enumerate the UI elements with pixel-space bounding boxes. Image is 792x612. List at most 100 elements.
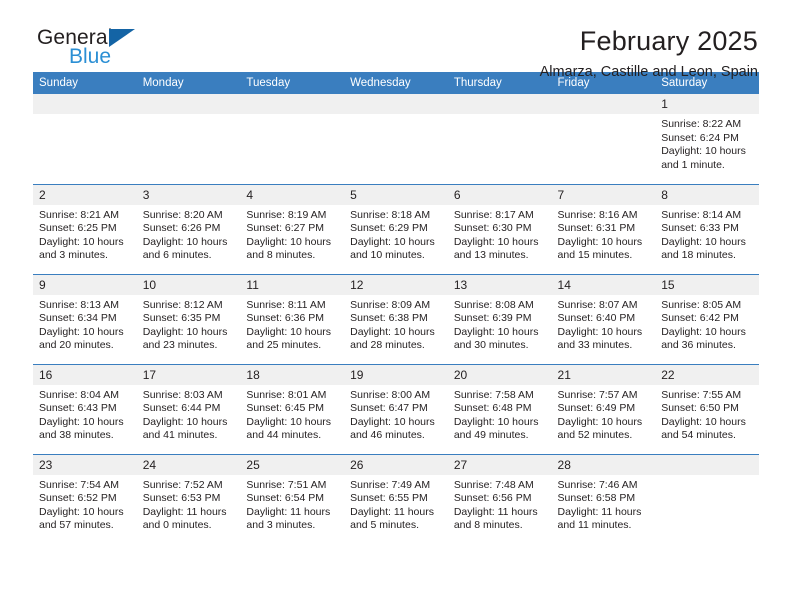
day-cell[interactable]: 23 Sunrise: 7:54 AM Sunset: 6:52 PM Dayligh…: [33, 454, 137, 544]
day-cell[interactable]: 10 Sunrise: 8:12 AM Sunset: 6:35 PM Dayligh…: [136, 274, 241, 364]
calendar-cell: 12 Sunrise: 8:09 AM Sunset: 6:38 PM Dayligh…: [344, 273, 448, 364]
day-sun-info: Sunrise: 8:03 AM Sunset: 6:44 PM Daylight:…: [137, 385, 241, 443]
day-number: [655, 454, 759, 475]
day-cell[interactable]: 7 Sunrise: 8:16 AM Sunset: 6:31 PM Daylight…: [551, 184, 656, 274]
day-cell[interactable]: 8 Sunrise: 8:14 AM Sunset: 6:33 PM Daylight…: [655, 184, 759, 274]
day-sun-info: Sunrise: 7:51 AM Sunset: 6:54 PM Daylight:…: [240, 475, 344, 533]
calendar-cell: 22 Sunrise: 7:55 AM Sunset: 6:50 PM Dayligh…: [655, 363, 759, 454]
day-cell[interactable]: 2 Sunrise: 8:21 AM Sunset: 6:25 PM Daylight…: [33, 184, 137, 274]
day-cell[interactable]: 16 Sunrise: 8:04 AM Sunset: 6:43 PM Dayligh…: [33, 364, 137, 454]
day-cell[interactable]: 24 Sunrise: 7:52 AM Sunset: 6:53 PM Dayligh…: [136, 454, 241, 544]
sunrise-text: Sunrise: 7:48 AM: [453, 478, 534, 491]
day-number: [447, 94, 552, 114]
day-cell[interactable]: 17 Sunrise: 8:03 AM Sunset: 6:44 PM Dayligh…: [136, 364, 241, 454]
day-sun-info: Sunrise: 8:00 AM Sunset: 6:47 PM Daylight:…: [344, 385, 448, 443]
page-header: General Blue February 2025 Almarza, Cast…: [33, 0, 759, 80]
day-sun-info: Sunrise: 8:12 AM Sunset: 6:35 PM Daylight:…: [137, 295, 241, 353]
calendar-cell: 24 Sunrise: 7:52 AM Sunset: 6:53 PM Dayligh…: [136, 453, 241, 544]
day-sun-info: Sunrise: 8:19 AM Sunset: 6:27 PM Daylight:…: [240, 205, 344, 263]
day-sun-info: Sunrise: 7:54 AM Sunset: 6:52 PM Daylight:…: [33, 475, 137, 533]
sunrise-text: Sunrise: 7:57 AM: [557, 388, 638, 401]
sunset-text: Sunset: 6:26 PM: [142, 222, 221, 235]
day-number: 17: [136, 364, 241, 385]
day-sun-info: Sunrise: 7:57 AM Sunset: 6:49 PM Daylight:…: [552, 385, 656, 443]
sunset-text: Sunset: 6:35 PM: [142, 312, 221, 325]
day-cell[interactable]: 11 Sunrise: 8:11 AM Sunset: 6:36 PM Dayligh…: [240, 274, 345, 364]
calendar-week-row: 23 Sunrise: 7:54 AM Sunset: 6:52 PM Dayligh…: [33, 453, 759, 544]
calendar-cell: [136, 94, 241, 184]
day-sun-info: Sunrise: 7:58 AM Sunset: 6:48 PM Daylight:…: [448, 385, 552, 443]
sunrise-text: Sunrise: 8:01 AM: [246, 388, 327, 401]
day-sun-info: Sunrise: 7:46 AM Sunset: 6:58 PM Daylight:…: [552, 475, 656, 533]
sunset-text: Sunset: 6:24 PM: [661, 131, 739, 144]
day-cell[interactable]: 22 Sunrise: 7:55 AM Sunset: 6:50 PM Dayligh…: [655, 364, 759, 454]
calendar-cell: 26 Sunrise: 7:49 AM Sunset: 6:55 PM Dayligh…: [344, 453, 448, 544]
day-cell[interactable]: 19 Sunrise: 8:00 AM Sunset: 6:47 PM Dayligh…: [344, 364, 448, 454]
day-cell[interactable]: 15 Sunrise: 8:05 AM Sunset: 6:42 PM Dayligh…: [655, 274, 759, 364]
calendar-cell: 16 Sunrise: 8:04 AM Sunset: 6:43 PM Dayligh…: [33, 363, 137, 454]
calendar-cell: 11 Sunrise: 8:11 AM Sunset: 6:36 PM Dayligh…: [240, 273, 345, 364]
sunset-text: Sunset: 6:49 PM: [557, 402, 636, 415]
day-cell[interactable]: 14 Sunrise: 8:07 AM Sunset: 6:40 PM Dayligh…: [551, 274, 656, 364]
day-cell[interactable]: 25 Sunrise: 7:51 AM Sunset: 6:54 PM Dayligh…: [240, 454, 345, 544]
day-cell[interactable]: 26 Sunrise: 7:49 AM Sunset: 6:55 PM Dayligh…: [344, 454, 448, 544]
daylight-text-line1: Daylight: 10 hours: [661, 145, 746, 158]
day-cell[interactable]: 3 Sunrise: 8:20 AM Sunset: 6:26 PM Daylight…: [136, 184, 241, 274]
sunrise-text: Sunrise: 7:52 AM: [142, 478, 223, 491]
day-cell[interactable]: 1 Sunrise: 8:22 AM Sunset: 6:24 PM Daylight…: [655, 94, 759, 183]
day-sun-info: Sunrise: 8:22 AM Sunset: 6:24 PM Daylight:…: [655, 114, 759, 172]
sunrise-text: Sunrise: 8:16 AM: [557, 208, 638, 221]
sunset-text: Sunset: 6:31 PM: [557, 222, 636, 235]
day-cell[interactable]: 5 Sunrise: 8:18 AM Sunset: 6:29 PM Daylight…: [344, 184, 448, 274]
calendar-cell: 21 Sunrise: 7:57 AM Sunset: 6:49 PM Dayligh…: [551, 363, 656, 454]
day-cell[interactable]: 9 Sunrise: 8:13 AM Sunset: 6:34 PM Daylight…: [33, 274, 137, 364]
day-cell[interactable]: 20 Sunrise: 7:58 AM Sunset: 6:48 PM Dayligh…: [447, 364, 552, 454]
daylight-text-line2: and 30 minutes.: [453, 339, 529, 352]
sunrise-text: Sunrise: 8:17 AM: [453, 208, 534, 221]
day-sun-info: Sunrise: 8:13 AM Sunset: 6:34 PM Daylight:…: [33, 295, 137, 353]
day-cell[interactable]: 12 Sunrise: 8:09 AM Sunset: 6:38 PM Dayligh…: [344, 274, 448, 364]
sunset-text: Sunset: 6:29 PM: [350, 222, 428, 235]
day-cell[interactable]: 4 Sunrise: 8:19 AM Sunset: 6:27 PM Daylight…: [240, 184, 345, 274]
calendar-cell: 17 Sunrise: 8:03 AM Sunset: 6:44 PM Dayligh…: [136, 363, 241, 454]
daylight-text-line2: and 28 minutes.: [350, 339, 425, 352]
daylight-text-line1: Daylight: 10 hours: [246, 325, 332, 338]
day-sun-info: Sunrise: 8:08 AM Sunset: 6:39 PM Daylight:…: [448, 295, 552, 353]
sunset-text: Sunset: 6:55 PM: [350, 492, 428, 505]
sunset-text: Sunset: 6:25 PM: [39, 222, 117, 235]
day-cell[interactable]: 21 Sunrise: 7:57 AM Sunset: 6:49 PM Dayligh…: [551, 364, 656, 454]
daylight-text-line2: and 38 minutes.: [39, 429, 114, 442]
daylight-text-line1: Daylight: 10 hours: [246, 415, 332, 428]
sunrise-text: Sunrise: 8:18 AM: [350, 208, 431, 221]
sunset-text: Sunset: 6:56 PM: [453, 492, 532, 505]
day-number: 8: [655, 184, 759, 205]
page-title: February 2025: [579, 26, 758, 56]
calendar-cell: [447, 94, 552, 184]
sunset-text: Sunset: 6:40 PM: [557, 312, 636, 325]
sunrise-text: Sunrise: 7:51 AM: [246, 478, 327, 491]
daylight-text-line1: Daylight: 10 hours: [661, 235, 746, 248]
sunrise-text: Sunrise: 8:03 AM: [142, 388, 223, 401]
calendar-cell: [33, 94, 137, 184]
day-cell[interactable]: 27 Sunrise: 7:48 AM Sunset: 6:56 PM Dayligh…: [447, 454, 552, 544]
day-cell[interactable]: 13 Sunrise: 8:08 AM Sunset: 6:39 PM Dayligh…: [447, 274, 552, 364]
sunset-text: Sunset: 6:53 PM: [142, 492, 221, 505]
sunset-text: Sunset: 6:48 PM: [453, 402, 532, 415]
daylight-text-line1: Daylight: 10 hours: [453, 415, 539, 428]
daylight-text-line2: and 15 minutes.: [557, 249, 633, 262]
day-sun-info: Sunrise: 8:21 AM Sunset: 6:25 PM Daylight:…: [33, 205, 137, 263]
day-cell[interactable]: 6 Sunrise: 8:17 AM Sunset: 6:30 PM Daylight…: [447, 184, 552, 274]
title-block: February 2025 Almarza, Castille and Leon…: [540, 26, 759, 82]
calendar-cell: 27 Sunrise: 7:48 AM Sunset: 6:56 PM Dayligh…: [447, 453, 552, 544]
day-cell[interactable]: 28 Sunrise: 7:46 AM Sunset: 6:58 PM Dayligh…: [551, 454, 656, 544]
day-sun-info: Sunrise: 8:05 AM Sunset: 6:42 PM Daylight:…: [655, 295, 759, 353]
daylight-text-line2: and 23 minutes.: [142, 339, 218, 352]
day-sun-info: Sunrise: 8:04 AM Sunset: 6:43 PM Daylight:…: [33, 385, 137, 443]
day-number: 14: [551, 274, 656, 295]
daylight-text-line2: and 20 minutes.: [39, 339, 114, 352]
calendar-week-row: 1 Sunrise: 8:22 AM Sunset: 6:24 PM Daylight…: [33, 94, 759, 184]
calendar-cell: 7 Sunrise: 8:16 AM Sunset: 6:31 PM Daylight…: [551, 183, 656, 274]
day-number: 19: [344, 364, 448, 385]
day-number: 26: [344, 454, 448, 475]
day-cell[interactable]: 18 Sunrise: 8:01 AM Sunset: 6:45 PM Dayligh…: [240, 364, 345, 454]
